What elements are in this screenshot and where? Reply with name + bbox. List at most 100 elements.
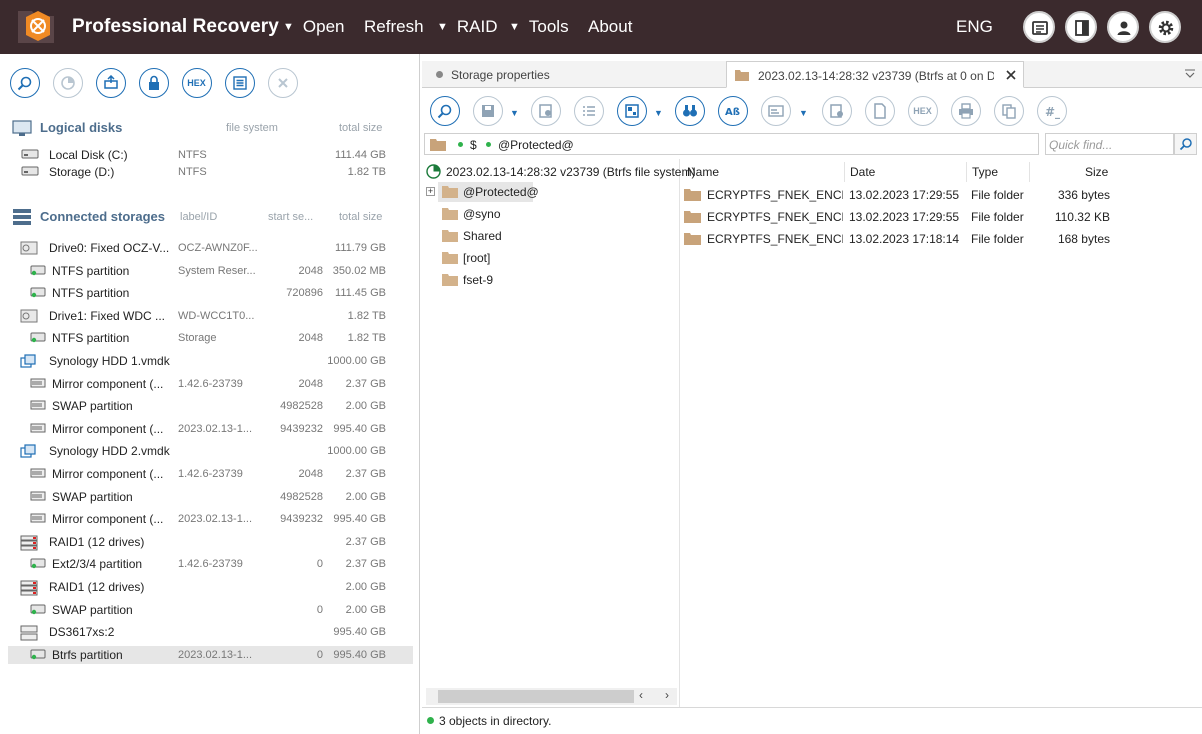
file-row[interactable]: ECRYPTFS_FNEK_ENCRY... 13.02.2023 17:18:1…	[684, 229, 1124, 249]
close-tab-icon[interactable]	[1005, 69, 1017, 81]
quick-find-input[interactable]: Quick find...	[1045, 133, 1174, 155]
storage-row[interactable]: Mirror component (... 2023.02.13-1... 9439…	[8, 510, 413, 528]
storage-start-sector: 2048	[298, 264, 323, 277]
storage-row[interactable]: DS3617xs:2 995.40 GB	[8, 623, 413, 641]
storage-row[interactable]: Drive1: Fixed WDC ... WD-WCC1T0... 1.82 TB	[8, 307, 413, 325]
tree-folder[interactable]: @Protected@	[438, 182, 539, 202]
filter-button[interactable]	[761, 96, 791, 126]
close-button[interactable]	[268, 68, 298, 98]
menu-raid[interactable]: ▼ RAID	[437, 17, 498, 37]
scroll-left-icon[interactable]: ‹	[639, 688, 643, 702]
col-date[interactable]: Date	[850, 165, 875, 179]
view-button[interactable]	[617, 96, 647, 126]
file-row[interactable]: ECRYPTFS_FNEK_ENCRY... 13.02.2023 17:29:5…	[684, 207, 1124, 227]
storage-row[interactable]: RAID1 (12 drives) 2.37 GB	[8, 533, 413, 551]
logical-disk-row[interactable]: Local Disk (C:) NTFS 111.44 GB	[8, 146, 413, 164]
storage-row[interactable]: Drive0: Fixed OCZ-V... OCZ-AWNZ0F... 111.7…	[8, 239, 413, 257]
storage-row[interactable]: NTFS partition Storage 2048 1.82 TB	[8, 329, 413, 347]
tree-horizontal-scrollbar[interactable]: ‹ ›	[426, 688, 677, 705]
col-name[interactable]: Name	[687, 165, 719, 179]
col-type[interactable]: Type	[972, 165, 998, 179]
storage-size: 2.00 GB	[345, 490, 386, 503]
language-selector[interactable]: ENG	[956, 17, 993, 37]
export-button[interactable]	[822, 96, 852, 126]
scroll-right-icon[interactable]: ›	[665, 688, 669, 702]
storage-row[interactable]: SWAP partition 4982528 2.00 GB	[8, 488, 413, 506]
account-button[interactable]	[1107, 11, 1139, 43]
tree-root[interactable]: 2023.02.13-14:28:32 v23739 (Btrfs file s…	[424, 162, 695, 182]
storage-row[interactable]: Ext2/3/4 partition 1.42.6-23739 0 2.37 GB	[8, 555, 413, 573]
log-button[interactable]	[1023, 11, 1055, 43]
storage-label: 2023.02.13-1...	[178, 648, 253, 661]
path-root[interactable]: $	[470, 138, 477, 152]
open-image-button[interactable]	[96, 68, 126, 98]
col-size[interactable]: Size	[1085, 165, 1108, 179]
panel-toggle-button[interactable]	[1065, 11, 1097, 43]
scrollbar-thumb[interactable]	[438, 690, 634, 703]
quick-find-button[interactable]	[1174, 133, 1197, 155]
hash-button[interactable]: #_	[1037, 96, 1067, 126]
tree-folder[interactable]: [root]	[438, 248, 518, 268]
open-image-icon	[104, 75, 118, 89]
storage-row[interactable]: Btrfs partition 2023.02.13-1... 0 995.40 GB	[8, 645, 413, 664]
view-dropdown-icon[interactable]: ▼	[654, 108, 663, 118]
path-bar[interactable]: $ @Protected@	[424, 133, 1039, 155]
storage-row[interactable]: RAID1 (12 drives) 2.00 GB	[8, 578, 413, 596]
tab-file-browser[interactable]: 2023.02.13-14:28:32 v23739 (Btrfs at 0 o…	[726, 61, 1024, 88]
settings-button[interactable]	[1149, 11, 1181, 43]
scan-button[interactable]	[53, 68, 83, 98]
tree-folder[interactable]: @syno	[438, 204, 518, 224]
vmdk-icon	[20, 444, 38, 461]
storage-size: 2.00 GB	[345, 400, 386, 413]
tree-folder[interactable]: fset-9	[438, 270, 518, 290]
print-button[interactable]	[951, 96, 981, 126]
file-row[interactable]: ECRYPTFS_FNEK_ENCRY... 13.02.2023 17:29:5…	[684, 185, 1124, 205]
list-button[interactable]	[225, 68, 255, 98]
storage-row[interactable]: NTFS partition System Reser... 2048 350.02 …	[8, 262, 413, 280]
copy-icon	[1002, 104, 1016, 119]
logical-disks-heading: Logical disks	[40, 120, 123, 135]
menu-refresh[interactable]: Refresh	[364, 17, 424, 37]
storage-row[interactable]: Synology HDD 1.vmdk 1000.00 GB	[8, 352, 413, 370]
storage-row[interactable]: Mirror component (... 2023.02.13-1... 9439…	[8, 420, 413, 438]
save-dropdown-icon[interactable]: ▼	[510, 108, 519, 118]
storage-name: Drive0: Fixed OCZ-V...	[49, 241, 170, 255]
path-current[interactable]: @Protected@	[498, 138, 574, 152]
save-button[interactable]	[473, 96, 503, 126]
column-divider[interactable]	[844, 162, 845, 182]
search-button[interactable]	[10, 68, 40, 98]
column-divider[interactable]	[966, 162, 967, 182]
binoculars-button[interactable]	[675, 96, 705, 126]
hex-view-button[interactable]: HEX	[908, 96, 938, 126]
storage-row[interactable]: Synology HDD 2.vmdk 1000.00 GB	[8, 442, 413, 460]
filter-dropdown-icon[interactable]: ▼	[799, 108, 808, 118]
menu-tools[interactable]: ▼ Tools	[509, 17, 569, 37]
file-button[interactable]	[865, 96, 895, 126]
copy-button[interactable]	[994, 96, 1024, 126]
dropdown-arrow-icon: ▼	[509, 21, 520, 33]
storage-row[interactable]: SWAP partition 0 2.00 GB	[8, 601, 413, 619]
find-button[interactable]	[430, 96, 460, 126]
hex-button[interactable]: HEX	[182, 68, 212, 98]
case-button[interactable]: Aß	[718, 96, 748, 126]
tab-menu-icon[interactable]	[1184, 69, 1196, 79]
lock-button[interactable]	[139, 68, 169, 98]
storage-row[interactable]: Mirror component (... 1.42.6-23739 2048 2.3…	[8, 465, 413, 483]
column-divider[interactable]	[1029, 162, 1030, 182]
logical-disk-row[interactable]: Storage (D:) NTFS 1.82 TB	[8, 163, 413, 181]
menu-open[interactable]: ▼ Open	[283, 17, 344, 37]
folder-tree: 2023.02.13-14:28:32 v23739 (Btrfs file s…	[422, 159, 695, 707]
tab-storage-properties[interactable]: Storage properties	[428, 61, 724, 88]
component-icon	[30, 467, 46, 482]
storage-name: RAID1 (12 drives)	[49, 534, 145, 549]
storage-row[interactable]: Mirror component (... 1.42.6-23739 2048 2.3…	[8, 375, 413, 393]
tree-folder[interactable]: Shared	[438, 226, 518, 246]
storage-row[interactable]: NTFS partition 720896 111.45 GB	[8, 284, 413, 302]
file-size: 168 bytes	[1057, 232, 1110, 246]
folder-icon	[442, 230, 458, 242]
expand-toggle-icon[interactable]: +	[426, 187, 435, 196]
storage-row[interactable]: SWAP partition 4982528 2.00 GB	[8, 397, 413, 415]
save-files-button[interactable]	[531, 96, 561, 126]
menu-about[interactable]: About	[588, 17, 632, 37]
checklist-button[interactable]	[574, 96, 604, 126]
